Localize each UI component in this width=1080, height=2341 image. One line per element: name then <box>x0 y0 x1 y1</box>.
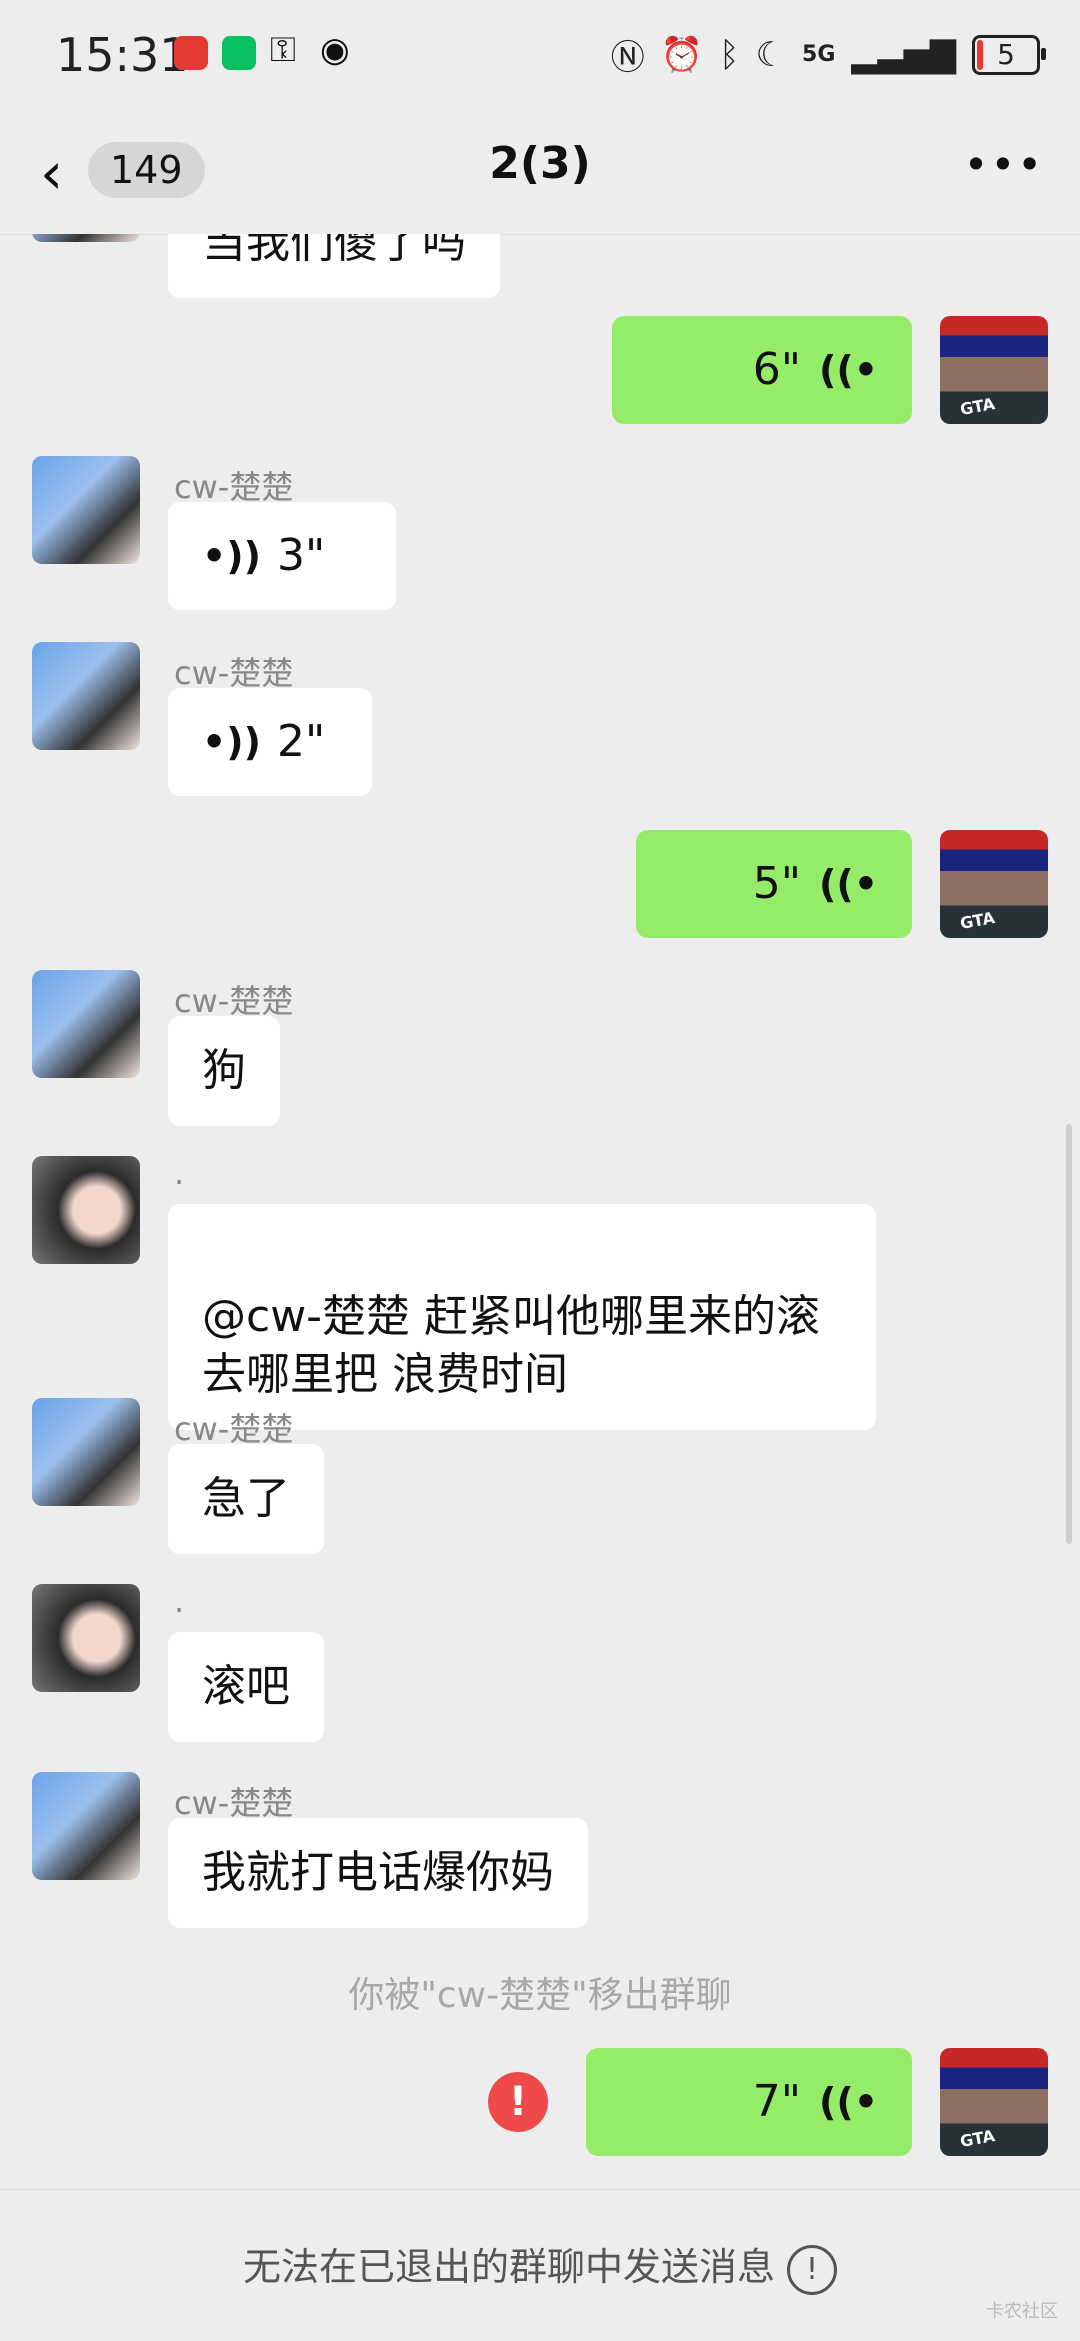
status-time: 15:31 <box>56 28 189 82</box>
sender-name: . <box>174 1582 185 1620</box>
scrollbar[interactable] <box>1066 1124 1072 1544</box>
avatar-self[interactable]: GTA <box>940 830 1048 938</box>
key-icon: ⚿ <box>270 30 296 70</box>
voice-wave-icon: •)) <box>202 534 262 578</box>
avatar[interactable] <box>32 1398 140 1506</box>
chat-header: ‹ 149 2(3) ••• <box>0 110 1080 235</box>
avatar[interactable] <box>32 1156 140 1264</box>
voice-wave-icon: ((• <box>818 862 878 906</box>
message-bubble[interactable]: 滚吧 <box>168 1632 324 1742</box>
avatar[interactable] <box>32 970 140 1078</box>
message-bubble[interactable]: 狗 <box>168 1016 280 1126</box>
wechat-app-icon <box>222 36 256 70</box>
voice-wave-icon: ((• <box>818 2080 878 2124</box>
message-text: 我就打电话爆你妈 <box>202 1847 554 1898</box>
message-bubble[interactable]: 急了 <box>168 1444 324 1554</box>
voice-duration: 6" <box>752 344 801 395</box>
voice-duration: 3" <box>277 530 326 581</box>
avatar-self[interactable]: GTA <box>940 316 1048 424</box>
chat-title: 2(3) <box>489 138 591 189</box>
signal-icon: ▂▃▅▇ <box>851 34 956 75</box>
avatar-self[interactable]: GTA <box>940 2048 1048 2156</box>
voice-message-bubble[interactable]: 7" ((• <box>586 2048 912 2156</box>
watermark: 卡农社区 <box>986 2301 1058 2322</box>
message-bubble[interactable]: 当我们傻了吗 <box>168 234 500 298</box>
avatar[interactable] <box>32 234 140 242</box>
more-options-icon[interactable]: ••• <box>964 140 1044 189</box>
system-notice: 你被"cw-楚楚"移出群聊 <box>348 1975 732 2016</box>
voice-duration: 7" <box>752 2076 801 2127</box>
send-failed-icon[interactable]: ! <box>488 2072 548 2132</box>
voice-message-bubble[interactable]: •)) 3" <box>168 502 396 610</box>
voice-message-bubble[interactable]: 6" ((• <box>612 316 912 424</box>
footer-text-row: 无法在已退出的群聊中发送消息! <box>0 2236 1080 2295</box>
network-label: 5G <box>802 42 836 67</box>
status-bar: 15:31 ⚿ ◉ Ⓝ ⏰ ᛒ ☾ 5G ▂▃▅▇ 5 <box>0 0 1080 110</box>
huawei-app-icon <box>174 36 208 70</box>
avatar[interactable] <box>32 1584 140 1692</box>
voice-duration: 2" <box>277 716 326 767</box>
battery-indicator: 5 <box>972 34 1046 75</box>
message-list[interactable]: 当我们傻了吗 6" ((• GTA cw-楚楚 •)) 3" cw-楚楚 •))… <box>0 234 1080 2189</box>
message-text: 狗 <box>202 1045 246 1096</box>
voice-message-bubble[interactable]: 5" ((• <box>636 830 912 938</box>
footer-notice-bar: 无法在已退出的群聊中发送消息! 卡农社区 <box>0 2189 1080 2341</box>
nfc-icon: Ⓝ <box>610 38 645 78</box>
voice-duration: 5" <box>752 858 801 909</box>
message-bubble[interactable]: @cw-楚楚 赶紧叫他哪里来的滚 去哪里把 浪费时间 <box>168 1204 876 1430</box>
avatar[interactable] <box>32 642 140 750</box>
eye-icon: ◉ <box>320 30 350 70</box>
voice-wave-icon: ((• <box>818 348 878 392</box>
message-text: 滚吧 <box>202 1661 290 1712</box>
voice-message-bubble[interactable]: •)) 2" <box>168 688 372 796</box>
alarm-icon: ⏰ <box>660 34 704 75</box>
moon-icon: ☾ <box>755 34 787 75</box>
battery-level: 5 <box>997 38 1015 71</box>
message-text: @cw-楚楚 赶紧叫他哪里来的滚 去哪里把 浪费时间 <box>202 1291 821 1400</box>
message-bubble[interactable]: 我就打电话爆你妈 <box>168 1818 588 1928</box>
status-right: Ⓝ ⏰ ᛒ ☾ 5G ▂▃▅▇ 5 <box>610 30 1046 79</box>
avatar[interactable] <box>32 456 140 564</box>
message-text: 急了 <box>202 1473 290 1524</box>
avatar[interactable] <box>32 1772 140 1880</box>
sender-name: . <box>174 1154 185 1192</box>
info-icon[interactable]: ! <box>787 2244 837 2295</box>
bluetooth-icon: ᛒ <box>719 34 740 75</box>
voice-wave-icon: •)) <box>202 720 262 764</box>
footer-text: 无法在已退出的群聊中发送消息 <box>242 2245 775 2289</box>
message-text: 当我们傻了吗 <box>202 234 466 268</box>
